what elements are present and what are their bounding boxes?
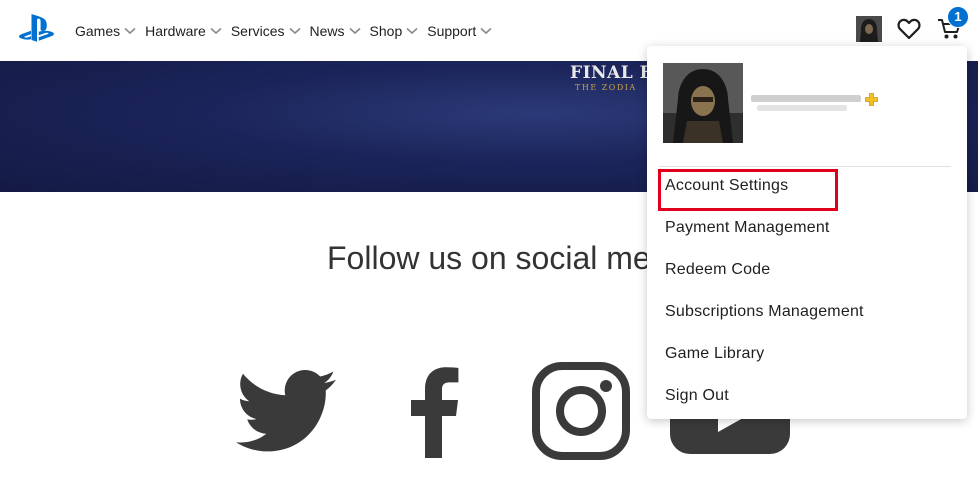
chevron-down-icon bbox=[124, 27, 136, 34]
profile-summary[interactable] bbox=[663, 63, 951, 143]
chevron-down-icon bbox=[406, 27, 418, 34]
account-menu-list: Account Settings Payment Management Rede… bbox=[647, 169, 967, 423]
nav-item-games[interactable]: Games bbox=[75, 0, 136, 61]
user-avatar[interactable] bbox=[856, 16, 882, 42]
instagram-icon[interactable] bbox=[532, 362, 630, 460]
cart-count-badge: 1 bbox=[947, 6, 969, 28]
menu-divider bbox=[659, 166, 951, 167]
wishlist-heart-icon[interactable] bbox=[897, 17, 921, 41]
nav-item-services[interactable]: Services bbox=[231, 0, 301, 61]
chevron-down-icon bbox=[288, 27, 301, 34]
chevron-down-icon bbox=[210, 27, 222, 34]
nav-item-news[interactable]: News bbox=[310, 0, 361, 61]
account-dropdown-menu: Account Settings Payment Management Rede… bbox=[647, 46, 967, 419]
profile-avatar bbox=[663, 63, 743, 143]
twitter-icon[interactable] bbox=[236, 370, 336, 452]
nav-item-label: Games bbox=[75, 22, 121, 39]
avatar-image-icon bbox=[856, 16, 882, 42]
nav-item-support[interactable]: Support bbox=[427, 0, 492, 61]
nav-item-label: Support bbox=[427, 22, 477, 39]
facebook-icon[interactable] bbox=[408, 366, 460, 458]
avatar-image-icon bbox=[663, 63, 743, 143]
menu-item-account-settings[interactable]: Account Settings bbox=[647, 169, 967, 213]
social-heading: Follow us on social me bbox=[327, 240, 651, 276]
banner-subtitle: THE ZODIA bbox=[575, 83, 637, 92]
menu-item-sign-out[interactable]: Sign Out bbox=[647, 381, 967, 423]
nav-item-label: News bbox=[309, 22, 345, 39]
playstation-plus-icon bbox=[865, 93, 878, 106]
profile-name-redacted bbox=[751, 95, 861, 111]
menu-item-payment-management[interactable]: Payment Management bbox=[647, 213, 967, 255]
nav-item-label: Hardware bbox=[145, 22, 206, 39]
chevron-down-icon bbox=[348, 27, 361, 34]
main-nav: Games Hardware Services News Shop Suppor… bbox=[75, 0, 501, 61]
nav-item-label: Shop bbox=[369, 22, 403, 39]
menu-item-subscriptions-management[interactable]: Subscriptions Management bbox=[647, 297, 967, 339]
chevron-down-icon bbox=[480, 27, 492, 34]
nav-item-hardware[interactable]: Hardware bbox=[145, 0, 222, 61]
nav-item-shop[interactable]: Shop bbox=[370, 0, 419, 61]
menu-item-redeem-code[interactable]: Redeem Code bbox=[647, 255, 967, 297]
playstation-logo-icon[interactable] bbox=[16, 12, 58, 44]
nav-item-label: Services bbox=[230, 22, 285, 39]
menu-item-game-library[interactable]: Game Library bbox=[647, 339, 967, 381]
